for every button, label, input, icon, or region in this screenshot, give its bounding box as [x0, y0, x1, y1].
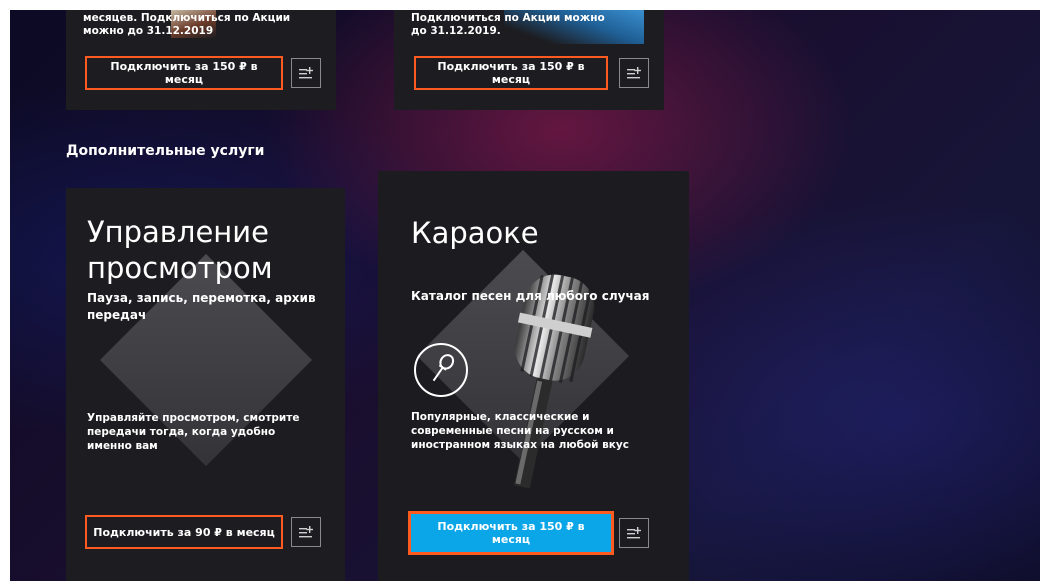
subscribe-button-1[interactable]: Подключить за 150 ₽ в месяц — [85, 56, 283, 90]
list-add-icon — [627, 527, 641, 539]
service-subtitle: Пауза, запись, перемотка, архив передач — [87, 291, 316, 322]
top-card-2: Подключиться по Акции можно до 31.12.201… — [394, 10, 664, 110]
section-title: Дополнительные услуги — [66, 143, 265, 159]
top-card-1-description: месяцев. Подключиться по Акции можно до … — [83, 12, 291, 37]
service-description: Управляйте просмотром, смотрите передачи… — [87, 412, 300, 452]
subscribe-button-2[interactable]: Подключить за 150 ₽ в месяц — [414, 56, 608, 90]
service-card-karaoke[interactable]: Караоке Каталог песен для любого случая … — [378, 171, 689, 581]
details-button-2[interactable] — [619, 58, 649, 88]
subscribe-button-karaoke[interactable]: Подключить за 150 ₽ в месяц — [408, 511, 614, 555]
service-title: Караоке — [411, 216, 539, 250]
top-card-2-description: Подключиться по Акции можно до 31.12.201… — [411, 12, 605, 37]
details-button-1[interactable] — [291, 58, 321, 88]
details-button-playback-control[interactable] — [291, 517, 321, 547]
screen-frame-right — [1040, 0, 1050, 581]
details-button-karaoke[interactable] — [619, 518, 649, 548]
subscribe-button-playback-control[interactable]: Подключить за 90 ₽ в месяц — [85, 515, 283, 549]
screen-frame-top — [0, 0, 1050, 10]
service-description: Популярные, классические и современные п… — [411, 411, 629, 451]
list-add-icon — [299, 67, 313, 79]
screen-frame-left — [0, 0, 10, 581]
service-title: Управление просмотром — [87, 215, 273, 285]
list-add-icon — [627, 67, 641, 79]
service-subtitle: Каталог песен для любого случая — [411, 289, 650, 303]
top-card-1: месяцев. Подключиться по Акции можно до … — [66, 10, 336, 110]
microphone-icon — [414, 343, 468, 397]
list-add-icon — [299, 526, 313, 538]
service-card-playback-control[interactable]: Управление просмотром Пауза, запись, пер… — [66, 188, 345, 581]
